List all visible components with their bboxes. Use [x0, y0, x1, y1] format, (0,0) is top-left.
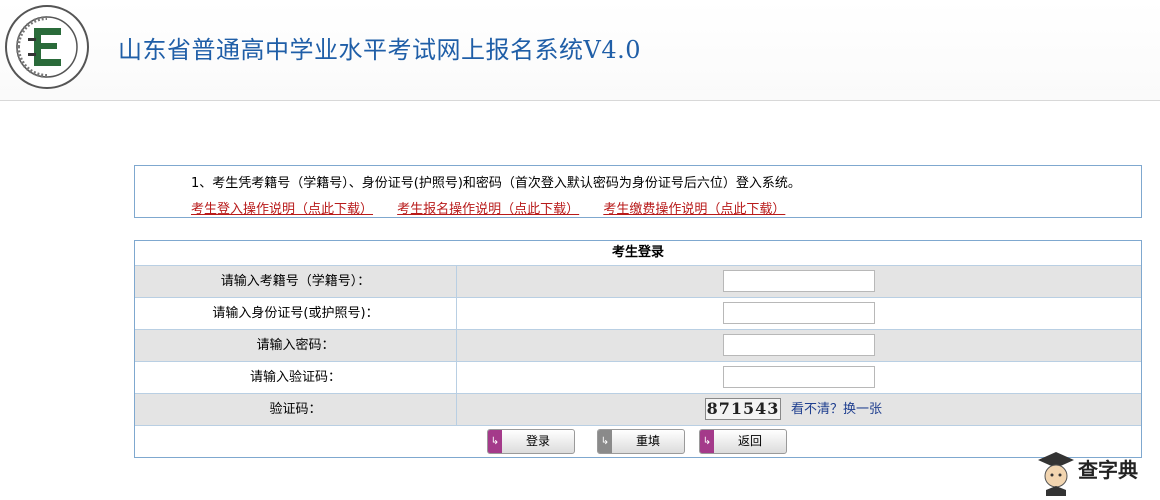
- password-label: 请输入密码：: [135, 330, 457, 361]
- download-links: 考生登入操作说明（点此下载） 考生报名操作说明（点此下载） 考生缴费操作说明（点…: [191, 198, 805, 217]
- id-card-label: 请输入身份证号(或护照号)：: [135, 298, 457, 329]
- graduate-mascot-icon: [1038, 452, 1074, 496]
- site-title: 山东省普通高中学业水平考试网上报名系统V4.0: [118, 36, 641, 64]
- password-input[interactable]: [723, 334, 875, 356]
- reset-button[interactable]: ↳ 重填: [597, 429, 685, 454]
- captcha-input-label: 请输入验证码：: [135, 362, 457, 393]
- back-button[interactable]: ↳ 返回: [699, 429, 787, 454]
- refresh-captcha-link[interactable]: 看不清？换一张: [791, 394, 882, 425]
- captcha-image[interactable]: 871543: [705, 398, 781, 420]
- id-card-row: 请输入身份证号(或护照号)：: [135, 297, 1141, 329]
- captcha-input-row: 请输入验证码：: [135, 361, 1141, 393]
- captcha-input[interactable]: [723, 366, 875, 388]
- provincial-exam-logo-icon: [5, 5, 89, 89]
- login-guide-link[interactable]: 考生登入操作说明（点此下载）: [191, 202, 373, 217]
- exam-id-input[interactable]: [723, 270, 875, 292]
- captcha-row: 验证码： 871543 看不清？换一张: [135, 393, 1141, 425]
- back-button-icon: ↳: [700, 430, 714, 453]
- notice-text: 1、考生凭考籍号（学籍号）、身份证号(护照号)和密码（首次登入默认密码为身份证号…: [191, 176, 801, 191]
- reset-button-label: 重填: [635, 434, 660, 448]
- exam-id-row: 请输入考籍号（学籍号）：: [135, 265, 1141, 297]
- login-button-icon: ↳: [488, 430, 502, 453]
- watermark-text: 查字典: [1078, 458, 1138, 482]
- login-button[interactable]: ↳ 登录: [487, 429, 575, 454]
- back-button-label: 返回: [737, 434, 762, 448]
- login-button-label: 登录: [525, 434, 550, 448]
- captcha-label: 验证码：: [135, 394, 457, 425]
- form-actions: ↳ 登录 ↳ 重填 ↳ 返回: [135, 425, 1141, 457]
- id-card-input[interactable]: [723, 302, 875, 324]
- payment-guide-link[interactable]: 考生缴费操作说明（点此下载）: [603, 202, 785, 217]
- reset-button-icon: ↳: [598, 430, 612, 453]
- login-form: 考生登录 请输入考籍号（学籍号）： 请输入身份证号(或护照号)： 请输入密码： …: [134, 240, 1142, 458]
- password-row: 请输入密码：: [135, 329, 1141, 361]
- login-notice: 1、考生凭考籍号（学籍号）、身份证号(护照号)和密码（首次登入默认密码为身份证号…: [134, 165, 1142, 218]
- login-title: 考生登录: [611, 245, 664, 260]
- registration-guide-link[interactable]: 考生报名操作说明（点此下载）: [397, 202, 579, 217]
- page-header: 山东省普通高中学业水平考试网上报名系统V4.0: [0, 0, 1160, 101]
- exam-id-label: 请输入考籍号（学籍号）：: [135, 266, 457, 297]
- chazidian-watermark: 查字典: [1034, 446, 1158, 496]
